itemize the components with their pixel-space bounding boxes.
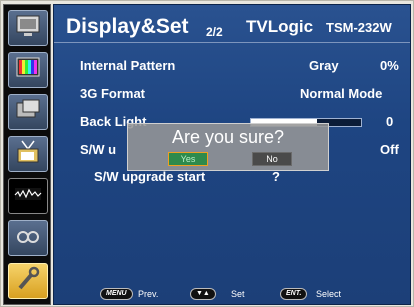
sidebar-item-settings[interactable] [8, 263, 48, 299]
footer-hints: MENU Prev. ▼▲ Set ENT. Select [54, 284, 410, 304]
sidebar-item-pip[interactable] [8, 94, 48, 130]
menu-key-icon: MENU [100, 288, 133, 300]
model-label: TSM-232W [326, 20, 392, 35]
confirm-dialog: Are you sure? Yes No [127, 123, 329, 171]
sw-upgrade-value: Off [380, 142, 399, 157]
row-label: Internal Pattern [80, 58, 176, 73]
page-indicator: 2/2 [206, 25, 223, 39]
sidebar [3, 4, 51, 305]
menu-hint: Prev. [138, 289, 159, 299]
title-bar: Display&Set 2/2 TVLogic TSM-232W [54, 5, 410, 43]
monitor-icon [14, 13, 42, 44]
wrench-icon [14, 266, 42, 297]
sidebar-item-3d[interactable] [8, 220, 48, 256]
brand-label: TVLogic [246, 17, 314, 36]
sidebar-item-monitor[interactable] [8, 10, 48, 46]
glasses-icon [14, 223, 42, 254]
monitor-osd-frame: Display&Set 2/2 TVLogic TSM-232W Interna… [0, 0, 414, 307]
sidebar-item-color[interactable] [8, 52, 48, 88]
row-3g-format[interactable]: 3G Format Normal Mode [54, 83, 410, 105]
no-button[interactable]: No [252, 152, 292, 166]
up-down-key-icon: ▼▲ [190, 288, 216, 300]
ent-hint: Select [316, 289, 342, 299]
pattern-level-value: 0% [380, 58, 399, 73]
ent-key-icon: ENT. [280, 288, 308, 300]
backlight-value: 0 [386, 114, 394, 129]
row-internal-pattern[interactable]: Internal Pattern Gray 0% [54, 55, 410, 77]
sidebar-item-waveform[interactable] [8, 178, 48, 214]
yes-button[interactable]: Yes [168, 152, 208, 166]
sw-upgrade-start-value: ? [272, 169, 280, 184]
picture-in-picture-icon [14, 97, 42, 128]
arrow-hint: Set [231, 289, 245, 299]
row-label: S/W u [80, 142, 117, 157]
format-value: Normal Mode [300, 86, 383, 101]
dialog-title: Are you sure? [171, 127, 285, 147]
color-bars-icon [14, 55, 42, 86]
sidebar-item-tv[interactable] [8, 136, 48, 172]
waveform-icon [14, 181, 42, 212]
row-label: S/W upgrade start [94, 169, 206, 184]
row-label: 3G Format [80, 86, 146, 101]
antenna-tv-icon [14, 139, 42, 170]
pattern-name-value: Gray [309, 58, 339, 73]
page-title: Display&Set [66, 15, 189, 38]
